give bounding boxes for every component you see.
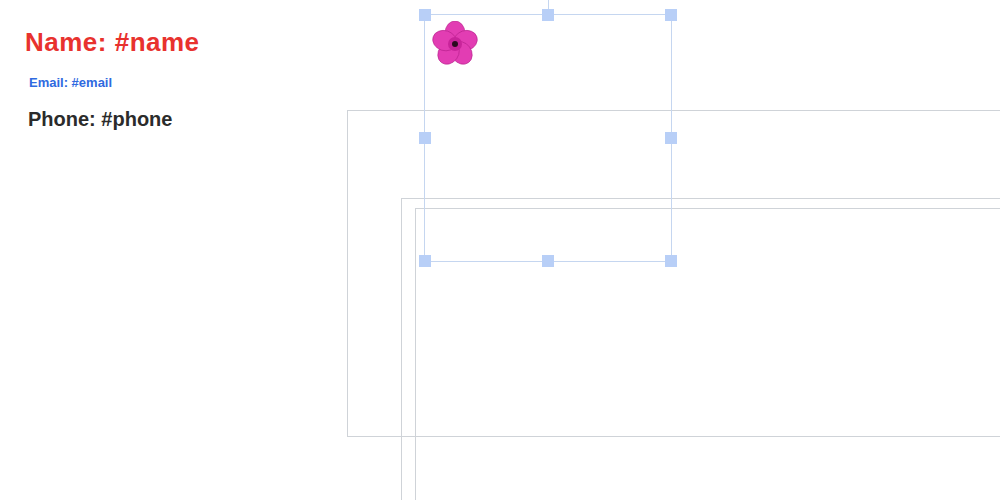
image-element[interactable] <box>424 14 672 262</box>
email-text[interactable]: Email: #email <box>25 75 112 91</box>
rectangle-element[interactable] <box>401 198 1000 500</box>
resize-handle[interactable] <box>542 255 554 267</box>
rectangle-element[interactable] <box>415 208 1000 500</box>
name-text[interactable]: Name: #name <box>25 27 200 57</box>
resize-handle[interactable] <box>419 9 431 21</box>
text-fields: Name: #name Email: #email Phone: #phone <box>0 0 1000 131</box>
resize-handle[interactable] <box>665 255 677 267</box>
rectangle-element[interactable] <box>347 110 1000 437</box>
flower-image <box>432 21 478 67</box>
resize-handle[interactable] <box>419 255 431 267</box>
phone-text[interactable]: Phone: #phone <box>25 107 172 131</box>
design-canvas: Name: #name Email: #email Phone: #phone <box>0 0 1000 500</box>
resize-handle[interactable] <box>542 9 554 21</box>
resize-handle[interactable] <box>665 132 677 144</box>
resize-handle[interactable] <box>419 132 431 144</box>
resize-handle[interactable] <box>665 9 677 21</box>
